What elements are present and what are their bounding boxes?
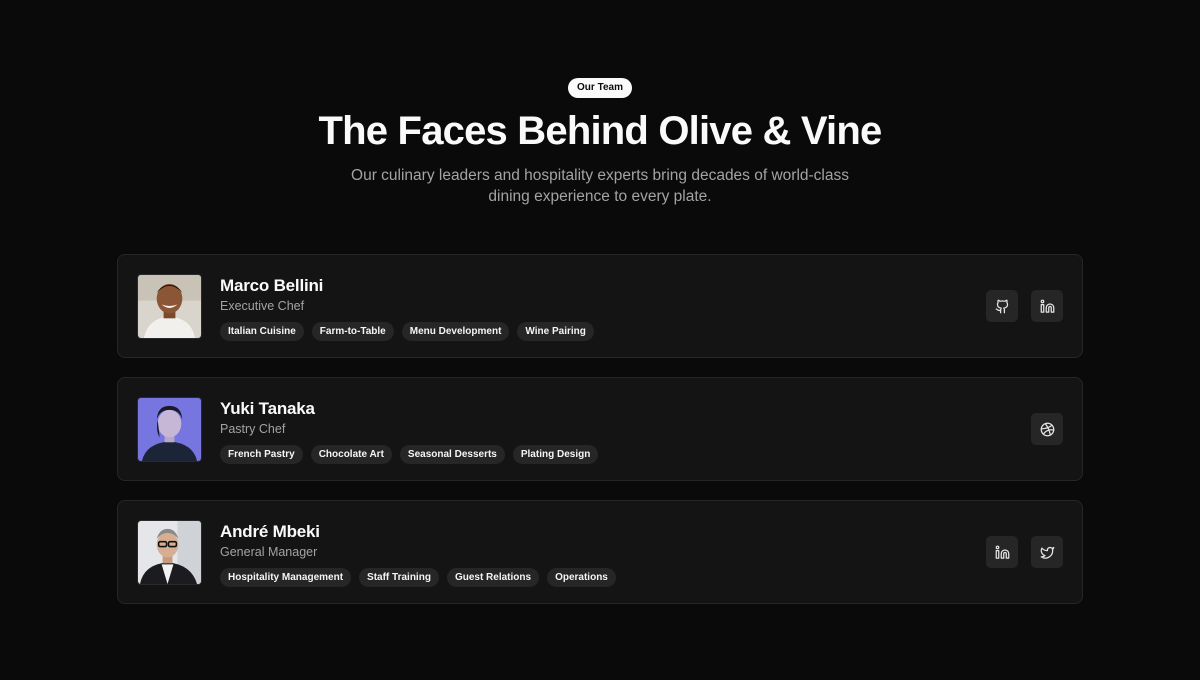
section-badge: Our Team xyxy=(568,78,632,98)
linkedin-icon xyxy=(995,545,1009,559)
skill-tag: Guest Relations xyxy=(446,568,540,587)
member-name: André Mbeki xyxy=(220,522,320,541)
member-role: General Manager xyxy=(220,545,318,559)
dribbble-icon xyxy=(1040,422,1054,436)
twitter-icon xyxy=(1040,546,1054,559)
section-header: Our Team The Faces Behind Olive & Vine O… xyxy=(0,0,1200,207)
skill-tags: French Pastry Chocolate Art Seasonal Des… xyxy=(220,445,599,464)
team-card: Yuki Tanaka Pastry Chef French Pastry Ch… xyxy=(117,377,1083,481)
team-section: Our Team The Faces Behind Olive & Vine O… xyxy=(0,0,1200,680)
avatar xyxy=(137,397,202,462)
skill-tag: Plating Design xyxy=(512,445,599,464)
skill-tag: Operations xyxy=(547,568,616,587)
member-role: Executive Chef xyxy=(220,299,305,313)
skill-tag: French Pastry xyxy=(220,445,303,464)
team-card: Marco Bellini Executive Chef Italian Cui… xyxy=(117,254,1083,358)
skill-tag: Farm-to-Table xyxy=(311,322,394,341)
twitter-link[interactable] xyxy=(1031,536,1063,568)
skill-tag: Seasonal Desserts xyxy=(399,445,505,464)
social-links xyxy=(986,536,1063,568)
avatar xyxy=(137,274,202,339)
skill-tag: Wine Pairing xyxy=(517,322,594,341)
member-role: Pastry Chef xyxy=(220,422,286,436)
github-icon xyxy=(995,299,1008,313)
social-links xyxy=(1031,413,1063,445)
skill-tag: Hospitality Management xyxy=(220,568,352,587)
linkedin-icon xyxy=(1040,299,1054,313)
skill-tag: Chocolate Art xyxy=(310,445,392,464)
team-card: André Mbeki General Manager Hospitality … xyxy=(117,500,1083,604)
page-title: The Faces Behind Olive & Vine xyxy=(318,109,883,153)
skill-tag: Italian Cuisine xyxy=(220,322,304,341)
page-subtitle: Our culinary leaders and hospitality exp… xyxy=(351,167,849,205)
dribbble-link[interactable] xyxy=(1031,413,1063,445)
github-link[interactable] xyxy=(986,290,1018,322)
skill-tag: Menu Development xyxy=(401,322,510,341)
linkedin-link[interactable] xyxy=(986,536,1018,568)
member-name: Marco Bellini xyxy=(220,276,324,295)
team-list: Marco Bellini Executive Chef Italian Cui… xyxy=(117,254,1083,623)
skill-tag: Staff Training xyxy=(359,568,439,587)
avatar xyxy=(137,520,202,585)
skill-tags: Italian Cuisine Farm-to-Table Menu Devel… xyxy=(220,322,594,341)
skill-tags: Hospitality Management Staff Training Gu… xyxy=(220,568,616,587)
linkedin-link[interactable] xyxy=(1031,290,1063,322)
member-name: Yuki Tanaka xyxy=(220,399,315,418)
social-links xyxy=(986,290,1063,322)
